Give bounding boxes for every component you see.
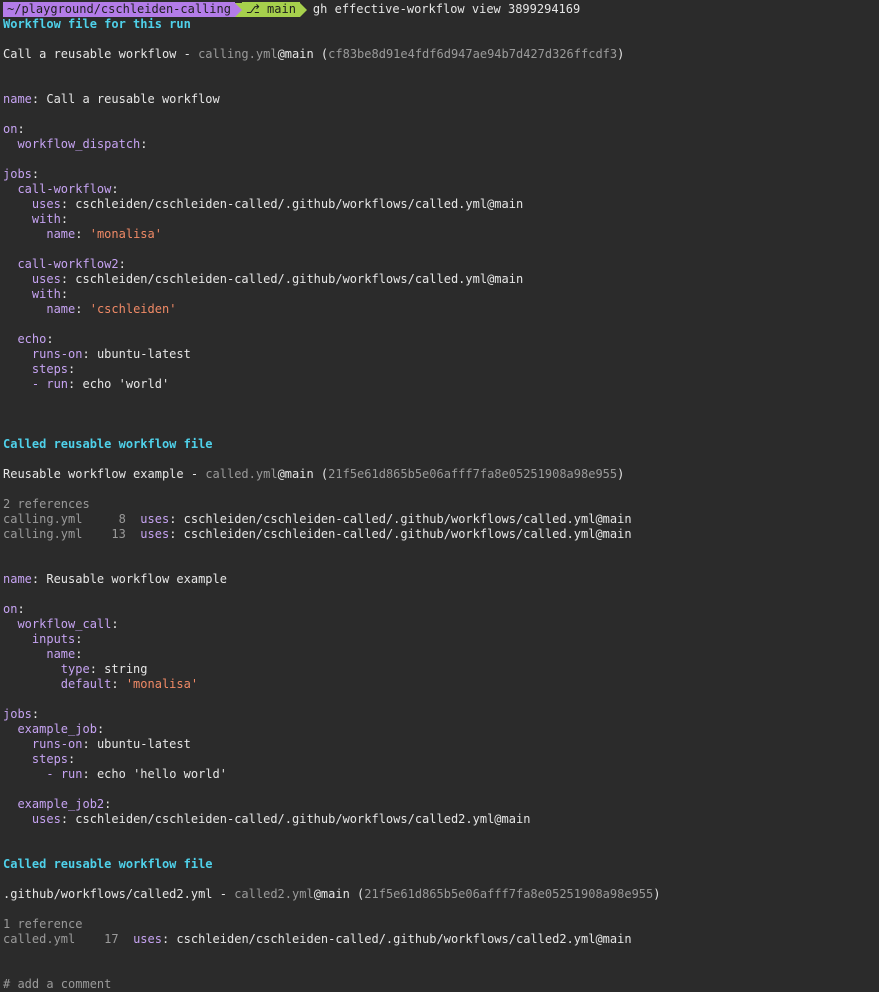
yaml-line: uses: cschleiden/cschleiden-called/.gith… [31,272,524,286]
yaml-line: name: [46,647,83,661]
yaml-line: type: string [60,662,148,676]
yaml-line: steps: [31,752,76,766]
yaml-comment: # add a comment [3,977,112,991]
yaml-line: example_job: [17,722,105,736]
yaml-line: - run: echo 'world' [31,377,170,391]
yaml-line: name: 'monalisa' [46,227,162,241]
yaml-line: jobs: [3,707,40,721]
reference-count: 2 references [3,497,90,511]
prompt-branch: ⎇ main [241,2,300,17]
yaml-line: with: [31,287,69,301]
yaml-line: with: [31,212,69,226]
yaml-line: steps: [31,362,76,376]
prompt-path: ~/playground/cschleiden-calling [3,2,235,17]
yaml-line: name: Call a reusable workflow [3,92,220,106]
yaml-line: on: [3,122,25,136]
reference-count: 1 reference [3,917,83,931]
yaml-line: - run: echo 'hello world' [46,767,227,781]
prompt-end-icon [299,2,307,17]
git-branch-icon: ⎇ [245,2,260,16]
section-title-called: Called reusable workflow file [3,437,213,451]
section-title-run: Workflow file for this run [3,17,191,31]
section-title-called2: Called reusable workflow file [3,857,213,871]
run-file-line: Call a reusable workflow - calling.yml@m… [3,47,625,61]
yaml-line: example_job2: [17,797,112,811]
yaml-line: uses: cschleiden/cschleiden-called/.gith… [31,197,524,211]
yaml-line: call-workflow2: [17,257,126,271]
yaml-line: default: 'monalisa' [60,677,199,691]
yaml-line: jobs: [3,167,40,181]
yaml-line: runs-on: ubuntu-latest [31,347,191,361]
shell-prompt: ~/playground/cschleiden-calling ⎇ main g… [3,2,580,17]
yaml-line: workflow_call: [17,617,119,631]
yaml-line: workflow_dispatch: [17,137,148,151]
reference-row[interactable]: calling.yml 8 uses: cschleiden/cschleide… [3,512,632,527]
yaml-line: name: Reusable workflow example [3,572,227,586]
terminal-window[interactable]: ~/playground/cschleiden-calling ⎇ main g… [0,0,879,992]
yaml-line: inputs: [31,632,83,646]
prompt-separator-icon [234,2,242,17]
yaml-line: runs-on: ubuntu-latest [31,737,191,751]
yaml-line: echo: [17,332,54,346]
yaml-line: on: [3,602,25,616]
yaml-line: call-workflow: [17,182,119,196]
called-file-line: Reusable workflow example - called.yml@m… [3,467,625,481]
reference-row[interactable]: calling.yml 13 uses: cschleiden/cschleid… [3,527,632,542]
reference-row[interactable]: called.yml 17 uses: cschleiden/cschleide… [3,932,632,947]
called2-file-line: .github/workflows/called2.yml - called2.… [3,887,661,901]
yaml-line: name: 'cschleiden' [46,302,177,316]
yaml-line: uses: cschleiden/cschleiden-called/.gith… [31,812,531,826]
command-text: gh effective-workflow view 3899294169 [312,2,581,16]
